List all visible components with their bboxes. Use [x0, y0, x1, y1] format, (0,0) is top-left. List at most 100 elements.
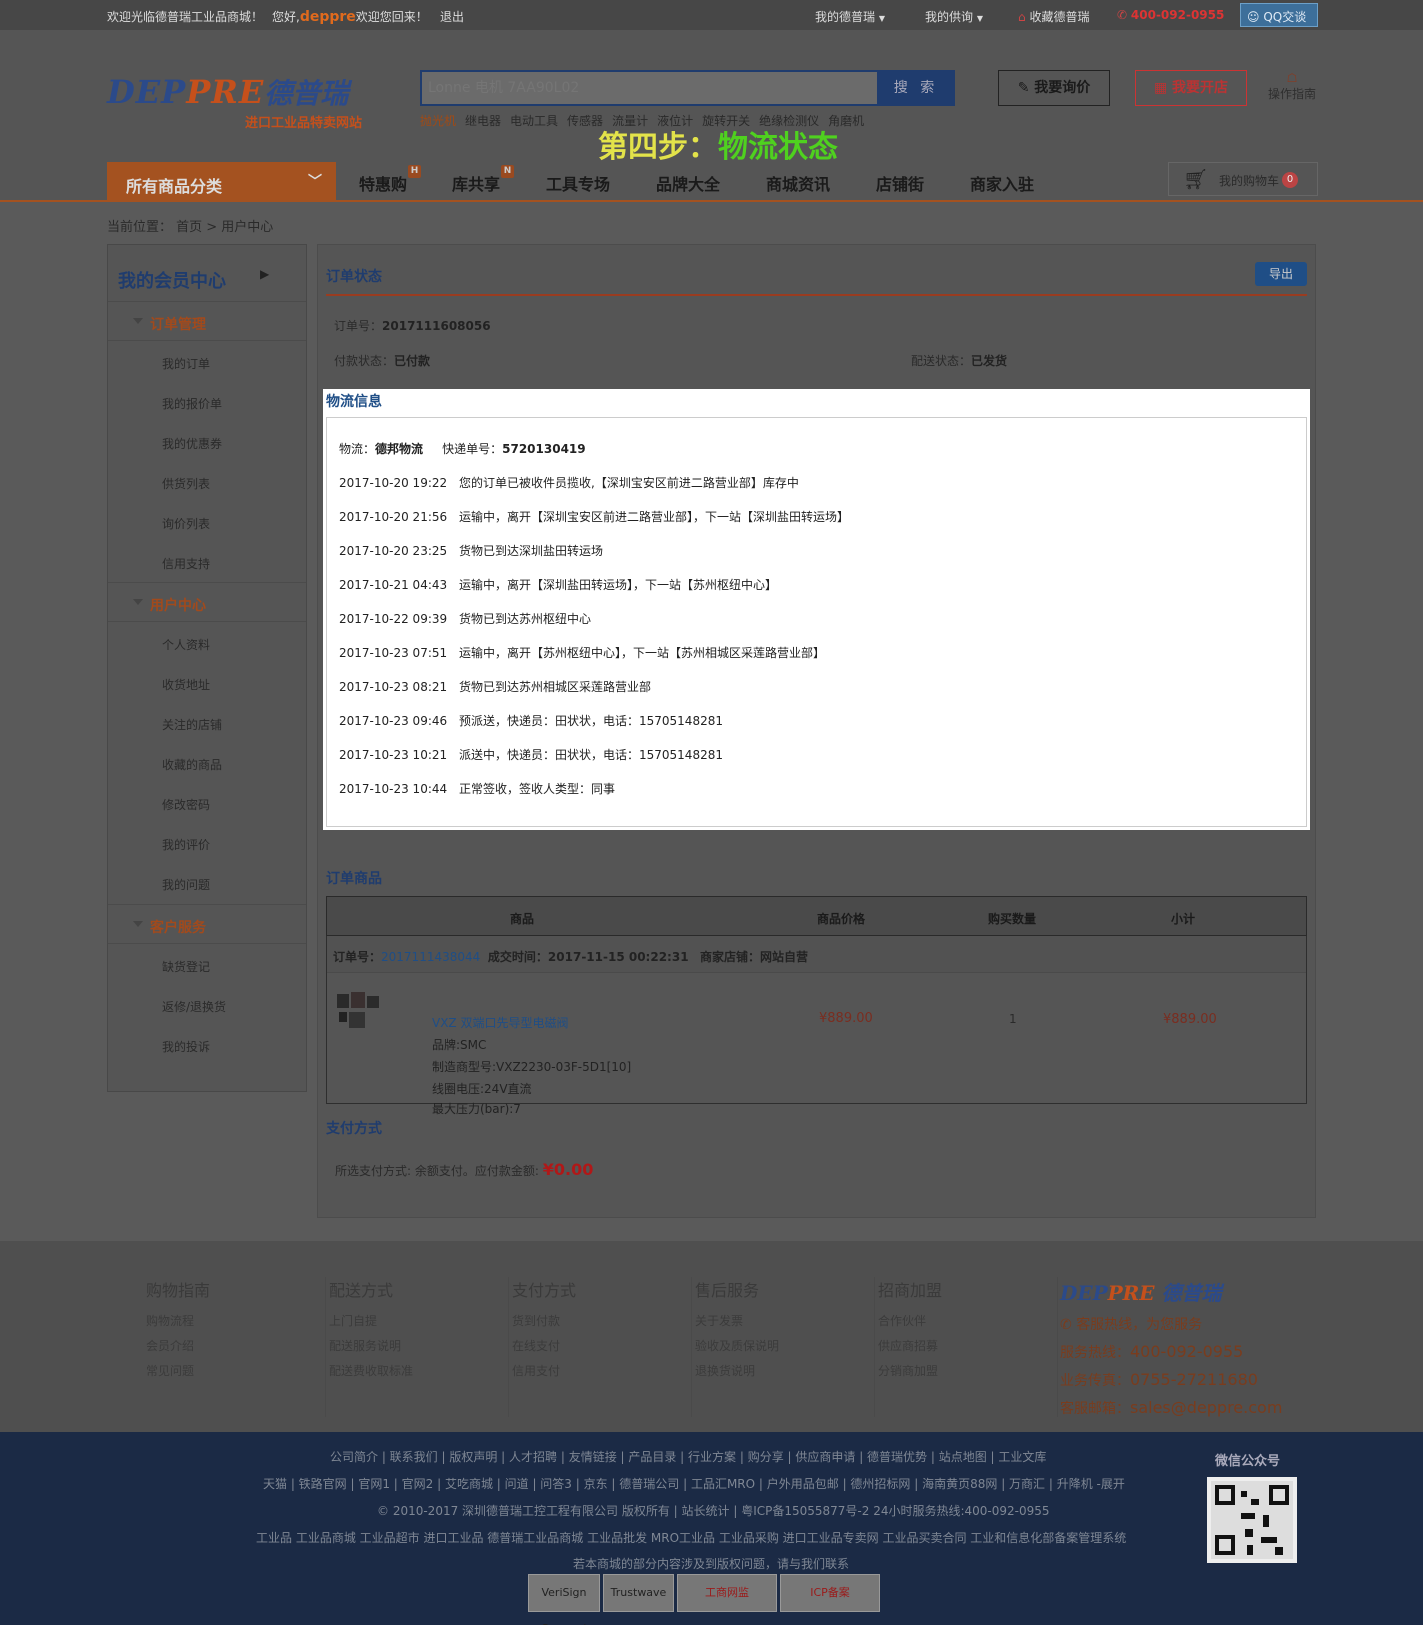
footer-email: 客服邮箱：sales@deppre.com: [1060, 1398, 1283, 1417]
inquiry-button[interactable]: ✎ 我要询价: [998, 70, 1110, 106]
carrier-name: 德邦物流: [375, 442, 424, 456]
sidebar-section-user[interactable]: 用户中心: [108, 582, 306, 622]
footer-link[interactable]: 验收及质保说明: [695, 1339, 779, 1353]
caret-right-icon[interactable]: ▶: [260, 267, 269, 281]
footer-link[interactable]: 合作伙伴: [878, 1314, 926, 1328]
logout-link[interactable]: 退出: [440, 8, 464, 25]
footer-link[interactable]: 货到付款: [512, 1314, 560, 1328]
favorite-link[interactable]: ⌂ 收藏德普瑞: [1018, 8, 1089, 25]
nav-item-brands[interactable]: 品牌大全: [656, 171, 720, 195]
footer-link[interactable]: 分销商加盟: [878, 1364, 938, 1378]
all-categories-menu[interactable]: 所有商品分类 ﹀: [107, 162, 336, 202]
sidebar-item-quotes[interactable]: 我的报价单: [162, 395, 222, 412]
footer-links-area: 购物指南 购物流程 会员介绍 常见问题 配送方式 上门自提 配送服务说明 配送费收取标准 支…: [0, 1241, 1423, 1432]
product-subtotal: ¥889.00: [1163, 1012, 1217, 1027]
footer-col-join: 招商加盟 合作伙伴 供应商招募 分销商加盟: [878, 1277, 1058, 1417]
product-name-link[interactable]: VXZ 双端口先导型电磁阀: [432, 1014, 568, 1031]
footer-link[interactable]: 上门自提: [329, 1314, 377, 1328]
triangle-down-icon: [133, 599, 143, 605]
my-deppre-menu[interactable]: 我的德普瑞 ▼: [815, 8, 885, 25]
divider: [326, 294, 1307, 296]
new-badge: N: [501, 165, 515, 178]
tracking-event: 2017-10-20 23:25 货物已到达深圳盐田转运场: [339, 544, 604, 558]
nav-item-stock-share[interactable]: 库共享 N: [452, 165, 515, 195]
cart-label: 我的购物车: [1219, 174, 1280, 188]
footer-link[interactable]: 信用支付: [512, 1364, 560, 1378]
col-qty: 购买数量: [988, 912, 1037, 926]
sidebar-item-credit[interactable]: 信用支持: [162, 555, 210, 572]
search-input[interactable]: [422, 72, 877, 104]
sidebar-item-profile[interactable]: 个人资料: [162, 636, 210, 653]
footer-link[interactable]: 会员介绍: [146, 1339, 194, 1353]
phone-number: 400-092-0955: [1130, 8, 1225, 22]
sub-order-link[interactable]: 2017111438044: [381, 950, 480, 964]
tracking-event: 2017-10-23 10:44 正常签收，签收人类型：同事: [339, 782, 616, 796]
qq-chat-button[interactable]: ☺ QQ交谈: [1240, 3, 1318, 27]
hotword[interactable]: 电动工具: [510, 114, 558, 128]
greeting-suffix: 欢迎您回来！: [355, 10, 428, 24]
product-price: ¥889.00: [819, 1011, 873, 1026]
hotword[interactable]: 继电器: [465, 114, 501, 128]
site-logo[interactable]: DEPPRE德普瑞 进口工业品特卖网站: [107, 72, 362, 131]
sidebar-item-followed-shops[interactable]: 关注的店铺: [162, 716, 222, 733]
sidebar-item-my-orders[interactable]: 我的订单: [162, 355, 210, 372]
hotword[interactable]: 抛光机: [420, 114, 456, 128]
search-button[interactable]: 搜 索: [877, 72, 955, 104]
footer-notice: 若本商城的部分内容涉及到版权问题，请与我们联系: [573, 1557, 850, 1571]
nav-item-tools[interactable]: 工具专场: [546, 171, 610, 195]
footer-link[interactable]: 关于发票: [695, 1314, 743, 1328]
product-image[interactable]: [335, 986, 383, 1034]
guide-label: 操作指南: [1268, 87, 1317, 101]
sidebar-item-password[interactable]: 修改密码: [162, 796, 210, 813]
sidebar-item-address[interactable]: 收货地址: [162, 676, 210, 693]
footer-link[interactable]: 配送服务说明: [329, 1339, 401, 1353]
sidebar-item-complaints[interactable]: 我的投诉: [162, 1038, 210, 1055]
export-button[interactable]: 导出: [1255, 262, 1307, 286]
triangle-down-icon: [133, 921, 143, 927]
sidebar-item-reviews[interactable]: 我的评价: [162, 836, 210, 853]
cart-button[interactable]: 🛒︎ 我的购物车 0: [1168, 162, 1318, 196]
business-supervision-badge[interactable]: 工商网监: [677, 1574, 777, 1612]
nav-item-merchant-join[interactable]: 商家入驻: [970, 171, 1034, 195]
nav-item-shops[interactable]: 店铺街: [876, 171, 924, 195]
home-icon: ⌂: [1018, 10, 1026, 24]
valve-image: [337, 992, 379, 1028]
footer-link[interactable]: 在线支付: [512, 1339, 560, 1353]
greeting-prefix: 您好,: [272, 10, 300, 24]
sidebar-item-returns[interactable]: 返修/退换货: [162, 998, 226, 1015]
hot-badge: H: [408, 165, 422, 178]
footer-links-row-1[interactable]: 公司简介 | 联系我们 | 版权声明 | 人才招聘 | 友情链接 | 产品目录 …: [330, 1448, 1046, 1465]
sidebar: 我的会员中心 ▶ 订单管理 我的订单 我的报价单 我的优惠券 供货列表 询价列表…: [107, 244, 307, 1092]
my-supply-menu[interactable]: 我的供询 ▼: [925, 8, 983, 25]
sidebar-section-orders[interactable]: 订单管理: [108, 301, 306, 341]
footer-link[interactable]: 退换货说明: [695, 1364, 755, 1378]
sidebar-item-favorites[interactable]: 收藏的商品: [162, 756, 222, 773]
footer-link[interactable]: 供应商招募: [878, 1339, 938, 1353]
footer-link[interactable]: 配送费收取标准: [329, 1364, 413, 1378]
product-voltage: 线圈电压:24V直流: [432, 1082, 532, 1096]
sub-order-info: 订单号：2017111438044 成交时间：2017-11-15 00:22:…: [333, 950, 809, 964]
sidebar-item-inquiry-list[interactable]: 询价列表: [162, 515, 210, 532]
footer-link[interactable]: 购物流程: [146, 1314, 194, 1328]
sidebar-item-questions[interactable]: 我的问题: [162, 876, 210, 893]
footer-col-payment: 支付方式 货到付款 在线支付 信用支付: [512, 1277, 692, 1417]
footer-link[interactable]: 常见问题: [146, 1364, 194, 1378]
guide-link[interactable]: ☖ 操作指南: [1268, 70, 1316, 102]
sidebar-section-service[interactable]: 客户服务: [108, 904, 306, 944]
footer-contact: DEPPRE 德普瑞 ✆ 客服热线，为您服务 服务热线：400-092-0955…: [1060, 1277, 1282, 1418]
sidebar-item-out-of-stock[interactable]: 缺货登记: [162, 958, 210, 975]
open-shop-button[interactable]: ▦ 我要开店: [1135, 70, 1247, 106]
sidebar-item-coupons[interactable]: 我的优惠券: [162, 435, 222, 452]
footer-links-row-3[interactable]: 工业品 工业品商城 工业品超市 进口工业品 德普瑞工业品商城 工业品批发 MRO…: [256, 1529, 1126, 1546]
sidebar-item-supply-list[interactable]: 供货列表: [162, 475, 210, 492]
nav-item-news[interactable]: 商城资讯: [766, 171, 830, 195]
verisign-badge[interactable]: VeriSign Secured: [528, 1574, 600, 1625]
username[interactable]: deppre: [300, 9, 356, 25]
nav-item-deals[interactable]: 特惠购 H: [359, 165, 422, 195]
my-deppre-label: 我的德普瑞: [815, 10, 876, 24]
product-brand: 品牌:SMC: [432, 1038, 487, 1052]
trustwave-badge[interactable]: Trustwave: [603, 1574, 674, 1612]
icp-badge[interactable]: ICP备案: [780, 1574, 880, 1612]
footer-links-row-2[interactable]: 天猫 | 铁路官网 | 官网1 | 官网2 | 艾吃商城 | 问道 | 问答3 …: [263, 1475, 1125, 1492]
triangle-down-icon: [133, 318, 143, 324]
